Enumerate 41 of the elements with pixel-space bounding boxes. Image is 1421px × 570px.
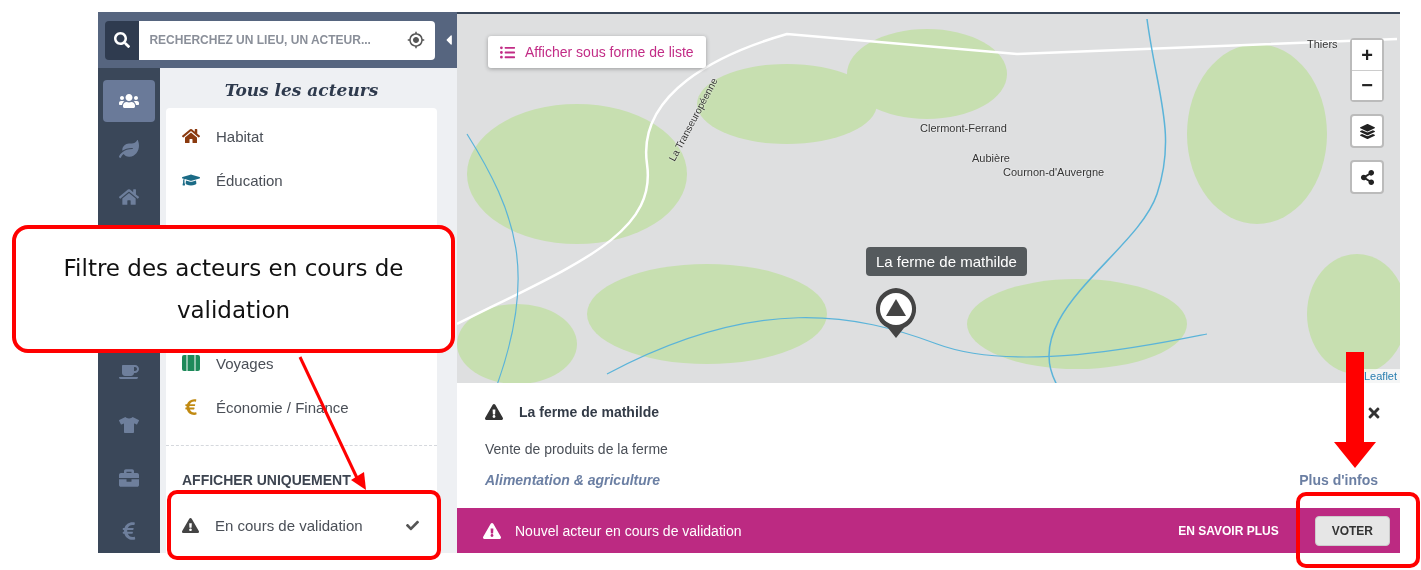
warning-icon — [182, 516, 199, 534]
search-button[interactable] — [105, 20, 140, 60]
leaf-icon — [119, 139, 139, 160]
locate-icon[interactable] — [407, 31, 426, 49]
category-item[interactable]: Éducation — [166, 171, 437, 189]
map-marker-icon[interactable] — [873, 286, 919, 340]
actor-description: Vente de produits de la ferme — [485, 441, 669, 457]
annotation-callout: Filtre des acteurs en cours de validation — [12, 225, 455, 353]
panel-title: Tous les acteurs — [223, 79, 380, 102]
close-button[interactable] — [1366, 405, 1382, 421]
banner-text: Nouvel acteur en cours de validation — [515, 522, 742, 539]
rail-button[interactable] — [103, 80, 155, 123]
filter-heading: AFFICHER UNIQUEMENT — [181, 471, 352, 488]
vote-button[interactable]: VOTER — [1314, 515, 1390, 546]
layers-button[interactable] — [1350, 114, 1384, 148]
city-label: Thiers — [1307, 38, 1338, 50]
list-icon — [500, 44, 515, 60]
shirt-icon — [119, 415, 139, 435]
search-icon — [114, 32, 131, 48]
filter-item[interactable]: En cours de validation — [172, 506, 431, 544]
more-info-link[interactable]: Plus d'infos — [1299, 472, 1378, 488]
marker-tooltip: La ferme de mathilde — [866, 247, 1027, 276]
briefcase-icon — [119, 468, 139, 488]
share-icon — [1359, 169, 1375, 185]
share-button[interactable] — [1350, 160, 1384, 194]
warning-icon — [483, 521, 501, 540]
zoom-out-button[interactable]: − — [1352, 70, 1382, 100]
warning-icon — [485, 403, 503, 421]
layers-icon — [1359, 123, 1375, 139]
city-label: Clermont-Ferrand — [920, 122, 1007, 134]
learn-more-link[interactable]: EN SAVOIR PLUS — [1178, 523, 1279, 538]
city-label: Cournon-d'Auvergne — [1003, 166, 1105, 178]
city-label: Aubière — [972, 152, 1010, 164]
actor-title: La ferme de mathilde — [519, 404, 660, 420]
list-view-button[interactable]: Afficher sous forme de liste — [488, 36, 706, 68]
actor-category: Alimentation & agriculture — [485, 472, 661, 488]
house-icon — [119, 187, 139, 208]
category-item[interactable]: Habitat — [166, 127, 437, 145]
category-item[interactable]: Voyages — [166, 354, 437, 372]
cup-icon — [119, 362, 139, 382]
close-icon — [1366, 405, 1382, 421]
